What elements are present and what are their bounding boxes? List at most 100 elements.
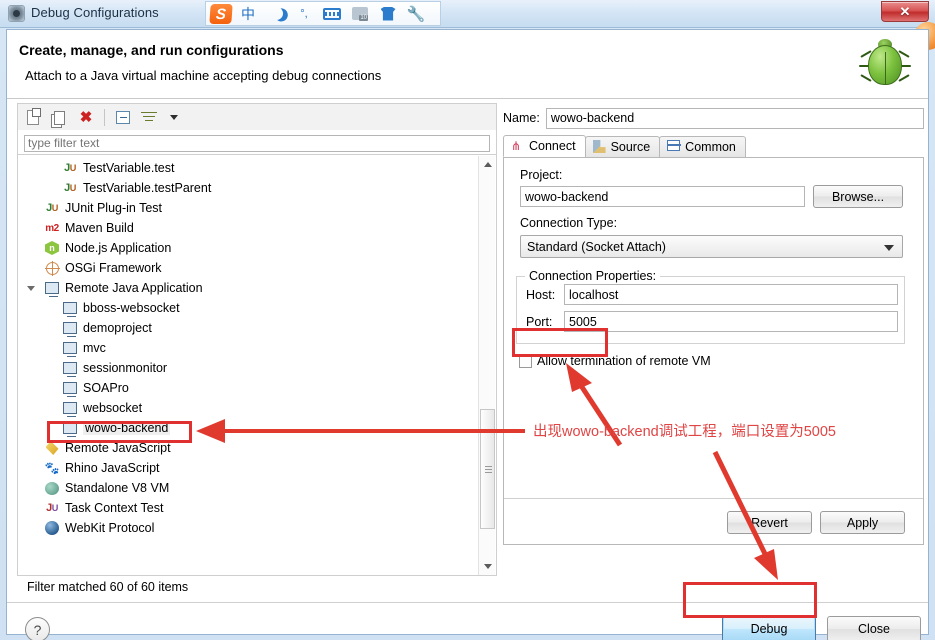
toolbar-separator xyxy=(104,108,105,126)
apply-button[interactable]: Apply xyxy=(820,511,905,534)
tree-item-label: JUnit Plug-in Test xyxy=(65,201,163,215)
tree-item-standalone-v8-vm[interactable]: Standalone V8 VM xyxy=(18,478,470,498)
tree-item-label: Rhino JavaScript xyxy=(65,461,160,475)
junit-task-icon: JU xyxy=(46,502,58,514)
tree-item-testvariable-testparent[interactable]: JU TestVariable.testParent xyxy=(18,178,470,198)
sogou-logo-icon[interactable]: S xyxy=(207,2,234,25)
toolbox-icon[interactable] xyxy=(346,2,374,25)
javascript-icon xyxy=(44,440,60,456)
tree-item-soapro[interactable]: SOAPro xyxy=(18,378,470,398)
tree-item-task-context-test[interactable]: JU Task Context Test xyxy=(18,498,470,518)
chevron-down-icon xyxy=(884,245,894,251)
window-close-button[interactable]: ✕ xyxy=(881,1,929,22)
green-bug-icon xyxy=(856,35,914,93)
rhino-icon: 🐾 xyxy=(44,461,60,475)
duplicate-configuration-icon[interactable] xyxy=(49,107,71,128)
sogou-logo-letter: S xyxy=(208,3,233,24)
tab-label: Common xyxy=(685,140,736,154)
project-input[interactable] xyxy=(520,186,805,207)
tree-item-label: SOAPro xyxy=(83,381,129,395)
tree-item-sessionmonitor[interactable]: sessionmonitor xyxy=(18,358,470,378)
tree-item-label: Node.js Application xyxy=(65,241,172,255)
port-label: Port: xyxy=(526,315,553,329)
tree-item-label: Remote Java Application xyxy=(65,281,203,295)
tree-item-label: sessionmonitor xyxy=(83,361,168,375)
editor-tabs: ⋔ Connect Source Common xyxy=(503,135,924,158)
tree-item-label: bboss-websocket xyxy=(83,301,180,315)
allow-termination-label: Allow termination of remote VM xyxy=(537,354,711,368)
dialog-content: Create, manage, and run configurations A… xyxy=(6,29,929,640)
window-title-bar: Debug Configurations S 中 °, 🔧 ✕ xyxy=(0,0,935,28)
tree-item-websocket[interactable]: websocket xyxy=(18,398,470,418)
tab-common[interactable]: Common xyxy=(659,136,746,157)
view-menu-chevron-icon[interactable] xyxy=(164,107,186,128)
tree-item-label: websocket xyxy=(83,401,143,415)
tree-item-maven-build[interactable]: m2 Maven Build xyxy=(18,218,470,238)
allow-termination-row[interactable]: Allow termination of remote VM xyxy=(519,354,711,368)
configurations-tree[interactable]: JU TestVariable.test JU TestVariable.tes… xyxy=(17,155,497,576)
settings-wrench-icon[interactable]: 🔧 xyxy=(402,2,430,25)
scroll-down-icon[interactable] xyxy=(479,558,496,575)
scrollbar-thumb[interactable] xyxy=(480,409,495,529)
tree-item-rhino-javascript[interactable]: 🐾 Rhino JavaScript xyxy=(18,458,470,478)
connection-type-value: Standard (Socket Attach) xyxy=(527,239,666,254)
tree-item-mvc[interactable]: mvc xyxy=(18,338,470,358)
connection-type-select[interactable]: Standard (Socket Attach) xyxy=(520,235,903,258)
tree-vertical-scrollbar[interactable] xyxy=(478,156,495,575)
tree-item-demoproject[interactable]: demoproject xyxy=(18,318,470,338)
moon-icon[interactable] xyxy=(262,2,290,25)
name-row: Name: xyxy=(503,107,924,129)
page-subtitle: Attach to a Java virtual machine accepti… xyxy=(25,68,382,83)
sogou-ime-toolbar[interactable]: S 中 °, 🔧 xyxy=(205,1,441,26)
debug-button[interactable]: Debug xyxy=(722,616,816,640)
osgi-icon xyxy=(44,260,60,276)
tree-item-testvariable-test[interactable]: JU TestVariable.test xyxy=(18,158,470,178)
tab-label: Source xyxy=(610,140,651,154)
maven-icon: m2 xyxy=(45,222,59,234)
junit-test-icon: JU xyxy=(64,182,76,194)
collapse-all-icon[interactable] xyxy=(112,107,134,128)
filter-status-text: Filter matched 60 of 60 items xyxy=(17,576,497,600)
host-input[interactable] xyxy=(564,284,898,305)
tab-source[interactable]: Source xyxy=(584,136,661,157)
source-icon xyxy=(592,140,607,154)
remote-java-icon xyxy=(44,280,60,297)
tree-item-bboss-websocket[interactable]: bboss-websocket xyxy=(18,298,470,318)
revert-button[interactable]: Revert xyxy=(727,511,812,534)
tree-item-remote-java-application[interactable]: Remote Java Application xyxy=(18,278,470,298)
tree-item-label: OSGi Framework xyxy=(65,261,162,275)
tree-item-label: TestVariable.test xyxy=(83,161,175,175)
tree-item-osgi-framework[interactable]: OSGi Framework xyxy=(18,258,470,278)
tree-item-remote-javascript[interactable]: Remote JavaScript xyxy=(18,438,470,458)
common-icon xyxy=(667,140,682,154)
search-input[interactable] xyxy=(24,134,490,152)
tab-label: Connect xyxy=(529,139,576,153)
browse-button[interactable]: Browse... xyxy=(813,185,903,208)
tab-connect[interactable]: ⋔ Connect xyxy=(503,135,586,157)
soft-keyboard-icon[interactable] xyxy=(318,2,346,25)
remote-java-icon xyxy=(62,360,78,377)
punctuation-icon[interactable]: °, xyxy=(290,2,318,25)
scroll-up-icon[interactable] xyxy=(479,156,496,173)
help-button[interactable]: ? xyxy=(25,617,50,640)
new-configuration-icon[interactable] xyxy=(23,107,45,128)
tree-item-nodejs-application[interactable]: n Node.js Application xyxy=(18,238,470,258)
filter-icon[interactable] xyxy=(138,107,160,128)
tree-item-wowo-backend[interactable]: wowo-backend xyxy=(18,418,470,438)
port-input[interactable] xyxy=(564,311,898,332)
configurations-toolbar: ✖ xyxy=(17,103,497,130)
close-button[interactable]: Close xyxy=(827,616,921,640)
name-input[interactable] xyxy=(545,107,924,129)
skin-shirt-icon[interactable] xyxy=(374,2,402,25)
chinese-mode-icon[interactable]: 中 xyxy=(234,2,262,25)
chevron-down-icon[interactable] xyxy=(27,286,35,295)
tree-item-webkit-protocol[interactable]: WebKit Protocol xyxy=(18,518,470,538)
tree-item-junit-plugin-test[interactable]: JU JUnit Plug-in Test xyxy=(18,198,470,218)
delete-configuration-icon[interactable]: ✖ xyxy=(75,107,97,128)
debug-configurations-window: Debug Configurations S 中 °, 🔧 ✕ Create, … xyxy=(0,0,935,640)
junit-plugin-icon: JU xyxy=(46,202,58,214)
remote-java-icon xyxy=(62,400,78,417)
name-label: Name: xyxy=(503,111,540,125)
allow-termination-checkbox[interactable] xyxy=(519,354,532,368)
tree-items-container: JU TestVariable.test JU TestVariable.tes… xyxy=(18,158,470,538)
